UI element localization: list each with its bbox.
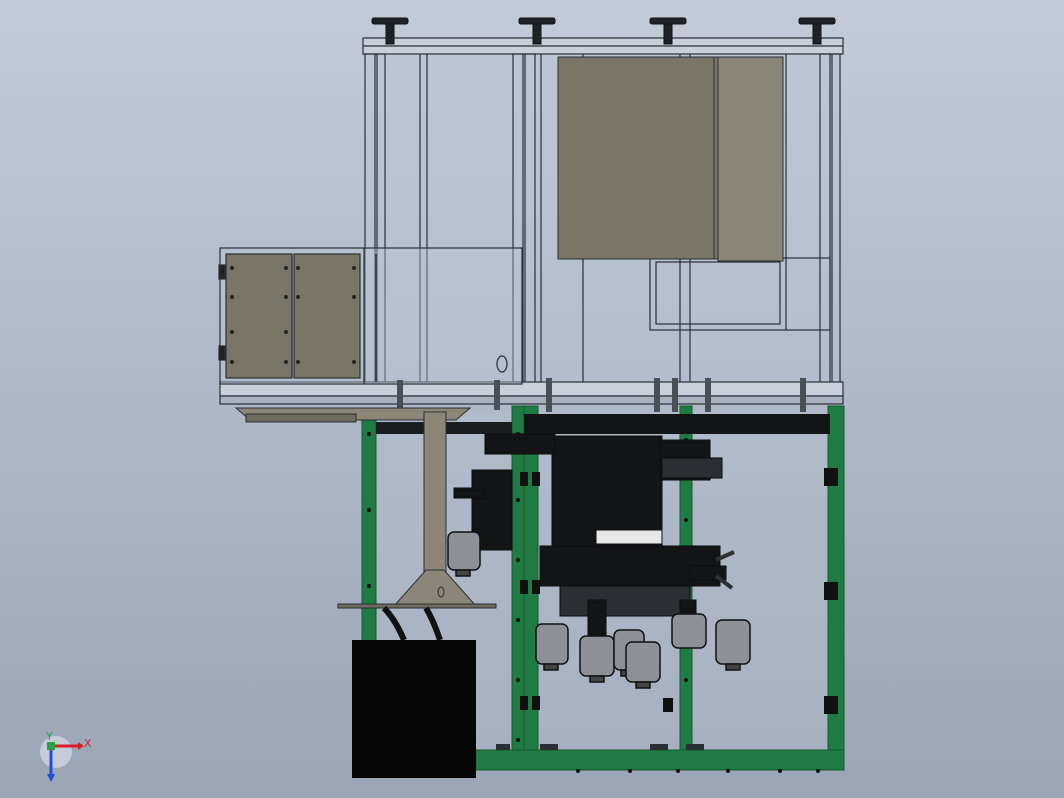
cylinder-3 xyxy=(579,635,615,683)
mech-label-strip xyxy=(595,529,663,545)
mech-lower-plate-2 xyxy=(559,585,691,617)
cylinder-6 xyxy=(671,613,707,649)
cylinder-2 xyxy=(535,623,569,671)
tray-slats xyxy=(245,413,357,423)
base-block-body xyxy=(352,640,476,778)
hinge-2 xyxy=(218,345,226,361)
cabinet-side xyxy=(717,56,784,262)
cylinder-7 xyxy=(715,619,751,671)
mech-left-pin xyxy=(453,487,485,499)
triad-z-sphere xyxy=(40,736,72,768)
mech-pipe-vertical xyxy=(587,599,607,641)
triad-y-label: Y xyxy=(45,730,53,743)
cylinder-5 xyxy=(625,641,661,689)
green-bottom-rail xyxy=(475,749,845,771)
left-control-box[interactable] xyxy=(218,247,523,385)
mech-right-arm xyxy=(661,457,723,479)
mech-upper-arm xyxy=(484,433,556,455)
triad-x-label: X xyxy=(84,737,92,750)
hinge-1 xyxy=(218,264,226,280)
triad-origin xyxy=(47,742,55,750)
upper-bottom-rail-2 xyxy=(219,395,844,405)
cylinder-1 xyxy=(447,531,481,577)
pedestal-foot-plate xyxy=(337,603,497,609)
cabinet-front xyxy=(557,56,719,260)
control-box-door-left[interactable] xyxy=(225,253,293,379)
top-black-beam xyxy=(524,414,830,434)
pedestal-column xyxy=(423,411,447,575)
cad-viewport[interactable]: X Y xyxy=(0,0,1064,798)
control-box-door-right[interactable] xyxy=(293,253,361,379)
machine-assembly-view[interactable]: X Y xyxy=(0,0,1064,798)
upper-electrical-cabinet[interactable] xyxy=(557,56,784,262)
